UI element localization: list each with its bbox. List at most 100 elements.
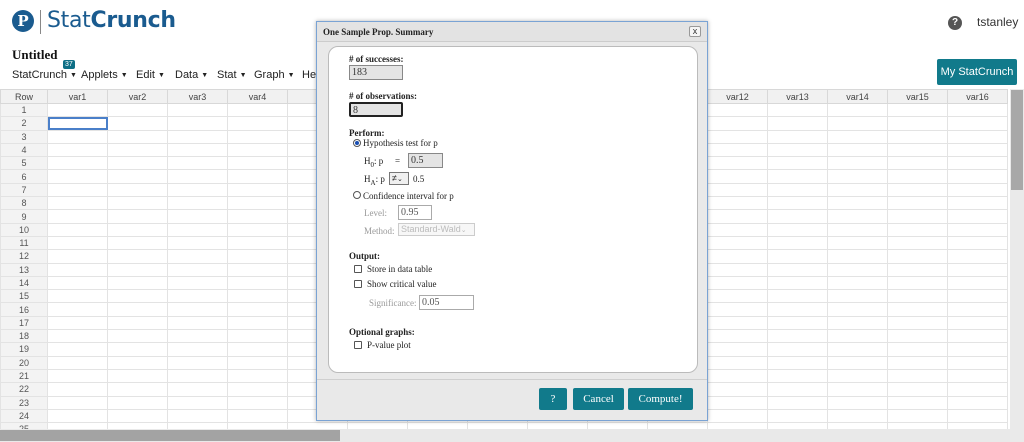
grid-cell[interactable] — [947, 289, 1008, 304]
column-header[interactable]: var16 — [947, 89, 1008, 104]
grid-cell[interactable] — [827, 196, 888, 211]
grid-cell[interactable] — [107, 302, 168, 317]
row-number[interactable]: 16 — [0, 302, 48, 317]
grid-cell[interactable] — [47, 196, 108, 211]
grid-cell[interactable] — [47, 156, 108, 171]
grid-cell[interactable] — [107, 315, 168, 331]
grid-cell[interactable] — [107, 262, 168, 277]
row-number[interactable]: 18 — [0, 329, 48, 344]
grid-cell[interactable] — [167, 315, 228, 331]
row-number[interactable]: 9 — [0, 209, 48, 224]
row-number[interactable]: 8 — [0, 196, 48, 211]
grid-cell[interactable] — [167, 142, 228, 158]
grid-cell[interactable] — [767, 408, 828, 424]
grid-cell[interactable] — [827, 249, 888, 264]
grid-cell[interactable] — [47, 329, 108, 344]
grid-cell[interactable] — [827, 302, 888, 317]
grid-cell[interactable] — [47, 262, 108, 277]
column-header[interactable]: var1 — [47, 89, 108, 104]
grid-cell[interactable] — [107, 156, 168, 171]
grid-cell[interactable] — [767, 116, 828, 131]
grid-cell[interactable] — [707, 249, 768, 264]
grid-cell[interactable] — [887, 289, 948, 304]
ha-operator-select[interactable]: ≠⌄ — [389, 172, 409, 185]
username[interactable]: tstanley — [977, 15, 1018, 29]
column-header[interactable]: var12 — [707, 89, 768, 104]
row-number[interactable]: 21 — [0, 368, 48, 384]
grid-cell[interactable] — [887, 395, 948, 410]
grid-cell[interactable] — [827, 235, 888, 251]
grid-cell[interactable] — [47, 408, 108, 424]
grid-cell[interactable] — [227, 395, 288, 410]
grid-cell[interactable] — [107, 249, 168, 264]
row-number[interactable]: 2 — [0, 116, 48, 131]
grid-cell[interactable] — [767, 342, 828, 357]
grid-cell[interactable] — [47, 382, 108, 397]
grid-cell[interactable] — [947, 355, 1008, 370]
level-field[interactable]: 0.95 — [398, 205, 432, 220]
grid-cell[interactable] — [107, 169, 168, 184]
grid-cell[interactable] — [887, 196, 948, 211]
grid-cell[interactable] — [707, 395, 768, 410]
grid-cell[interactable] — [47, 116, 108, 131]
grid-cell[interactable] — [707, 196, 768, 211]
grid-cell[interactable] — [827, 156, 888, 171]
grid-cell[interactable] — [887, 142, 948, 158]
grid-cell[interactable] — [767, 262, 828, 277]
row-number[interactable]: 15 — [0, 289, 48, 304]
grid-cell[interactable] — [707, 222, 768, 237]
grid-cell[interactable] — [167, 235, 228, 251]
row-number[interactable]: 4 — [0, 142, 48, 158]
grid-cell[interactable] — [167, 289, 228, 304]
grid-cell[interactable] — [47, 368, 108, 384]
grid-cell[interactable] — [827, 142, 888, 158]
row-number[interactable]: 14 — [0, 275, 48, 291]
grid-cell[interactable] — [227, 315, 288, 331]
grid-cell[interactable] — [707, 275, 768, 291]
grid-cell[interactable] — [227, 116, 288, 131]
grid-cell[interactable] — [767, 275, 828, 291]
grid-cell[interactable] — [947, 302, 1008, 317]
grid-cell[interactable] — [707, 315, 768, 331]
my-statcrunch-button[interactable]: My StatCrunch ▼ — [937, 59, 1017, 103]
grid-cell[interactable] — [767, 355, 828, 370]
grid-cell[interactable] — [107, 368, 168, 384]
grid-cell[interactable] — [227, 209, 288, 224]
grid-cell[interactable] — [47, 142, 108, 158]
grid-cell[interactable] — [767, 209, 828, 224]
close-icon[interactable]: x — [689, 26, 701, 37]
grid-cell[interactable] — [47, 315, 108, 331]
grid-cell[interactable] — [107, 355, 168, 370]
grid-cell[interactable] — [827, 355, 888, 370]
grid-cell[interactable] — [947, 315, 1008, 331]
grid-cell[interactable] — [887, 222, 948, 237]
grid-cell[interactable] — [47, 129, 108, 144]
grid-cell[interactable] — [887, 408, 948, 424]
grid-cell[interactable] — [947, 249, 1008, 264]
grid-cell[interactable] — [767, 289, 828, 304]
grid-cell[interactable] — [47, 395, 108, 410]
grid-cell[interactable] — [767, 196, 828, 211]
grid-cell[interactable] — [887, 102, 948, 118]
row-number[interactable]: 7 — [0, 182, 48, 198]
menu-edit[interactable]: Edit ▼ — [136, 69, 165, 81]
grid-cell[interactable] — [107, 196, 168, 211]
grid-cell[interactable] — [887, 342, 948, 357]
row-number[interactable]: 6 — [0, 169, 48, 184]
grid-cell[interactable] — [227, 302, 288, 317]
grid-cell[interactable] — [827, 129, 888, 144]
grid-cell[interactable] — [887, 235, 948, 251]
grid-cell[interactable] — [767, 315, 828, 331]
grid-cell[interactable] — [887, 315, 948, 331]
grid-cell[interactable] — [947, 129, 1008, 144]
grid-cell[interactable] — [167, 408, 228, 424]
grid-cell[interactable] — [707, 116, 768, 131]
grid-cell[interactable] — [167, 342, 228, 357]
grid-cell[interactable] — [227, 156, 288, 171]
grid-cell[interactable] — [107, 382, 168, 397]
h0-value-field[interactable]: 0.5 — [408, 153, 443, 168]
grid-cell[interactable] — [167, 116, 228, 131]
grid-cell[interactable] — [107, 222, 168, 237]
pvalue-plot-label[interactable]: P-value plot — [367, 340, 411, 350]
menu-statcrunch[interactable]: StatCrunch ▼ — [12, 69, 77, 81]
